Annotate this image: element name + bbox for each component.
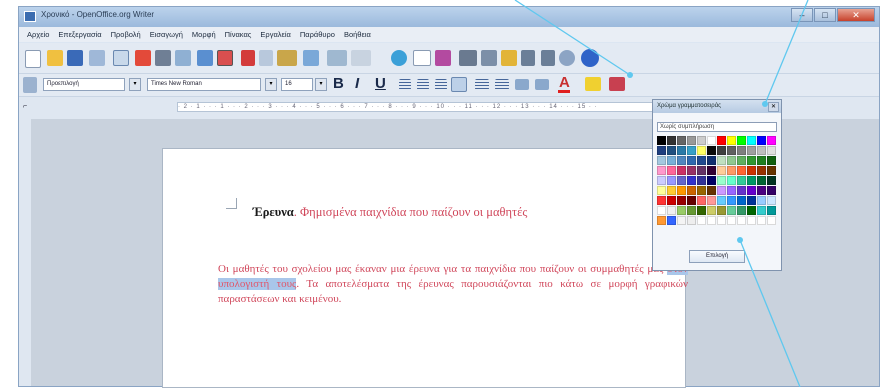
callout-lines [514,0,809,387]
callout-dot-font-color [627,72,633,78]
callout-line-font-color [514,0,631,76]
callout-line-palette [764,0,809,105]
callout-dot-palette [762,101,768,107]
callout-line-swatch [739,239,801,387]
callout-dot-swatch [737,237,743,243]
